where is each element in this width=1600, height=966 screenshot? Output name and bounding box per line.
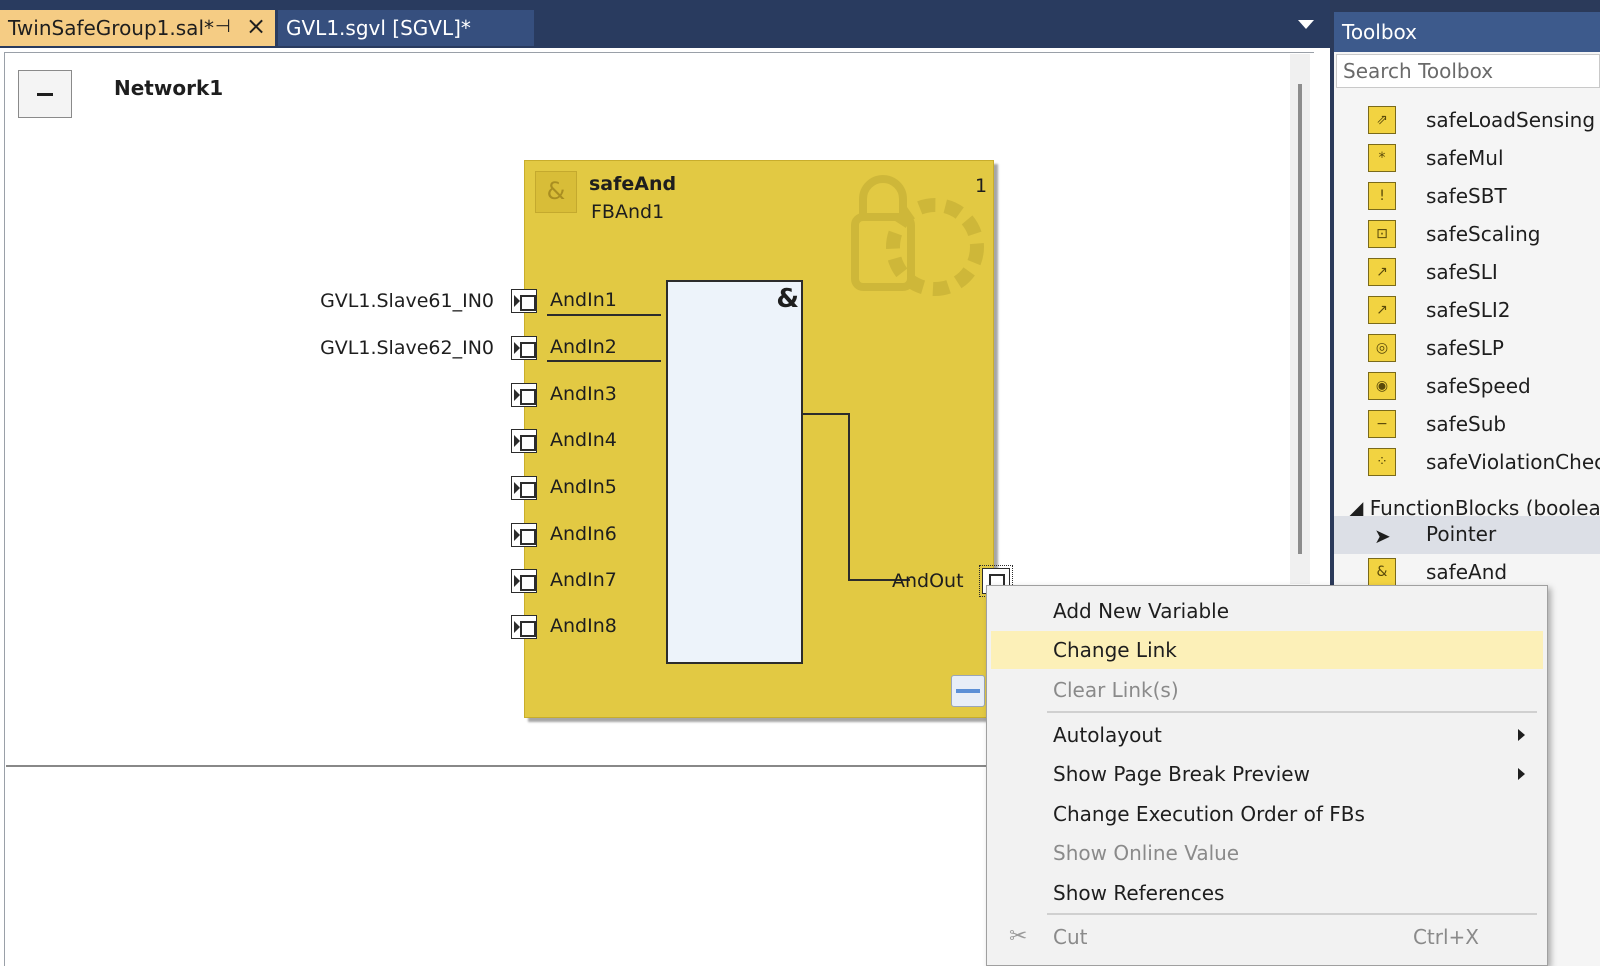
load-sensing-icon: ⇗	[1368, 106, 1396, 134]
toolbox-title: Toolbox	[1334, 12, 1600, 52]
minus-icon	[37, 93, 53, 96]
speed-icon: ◉	[1368, 372, 1396, 400]
input-pin-4[interactable]	[511, 429, 537, 453]
input-variable-2[interactable]: GVL1.Slave62_IN0	[294, 337, 494, 359]
toolbox-item-pointer[interactable]: ➤ Pointer	[1334, 516, 1600, 554]
document-tab-strip: TwinSafeGroup1.sal* ⊣ × GVL1.sgvl [SGVL]…	[0, 0, 1330, 48]
input-pin-3[interactable]	[511, 383, 537, 407]
and-icon: &	[1368, 558, 1396, 586]
toolbox-item[interactable]: − safeSub	[1334, 406, 1600, 444]
input-pin-7[interactable]	[511, 569, 537, 593]
tab-twinsafegroup1[interactable]: TwinSafeGroup1.sal* ⊣ ×	[0, 10, 275, 46]
output-port-label: AndOut	[892, 570, 964, 592]
input-pin-6[interactable]	[511, 523, 537, 547]
toolbox-item[interactable]: ↗ safeSLI2	[1334, 292, 1600, 330]
toolbox-item[interactable]: ⁘ safeViolationCheck	[1334, 444, 1600, 482]
input-pin-2[interactable]	[511, 336, 537, 360]
menu-item-autolayout[interactable]: Autolayout	[991, 716, 1543, 754]
speed-limit-2-icon: ↗	[1368, 296, 1396, 324]
output-wire-horizontal	[802, 413, 850, 415]
toolbox-item[interactable]: ◎ safeSLP	[1334, 330, 1600, 368]
speed-limit-icon: ↗	[1368, 258, 1396, 286]
menu-item-change-link[interactable]: Change Link	[991, 631, 1543, 669]
vertical-scrollbar[interactable]	[1290, 54, 1310, 584]
input-port-label: AndIn5	[550, 476, 617, 498]
network-title: Network1	[114, 76, 224, 100]
close-icon[interactable]: ×	[246, 12, 266, 40]
input-port-label: AndIn8	[550, 615, 617, 637]
block-type: safeAnd	[589, 173, 677, 195]
function-block-safeand[interactable]: & safeAnd FBAnd1 1 & AndIn1 AndIn2 AndIn…	[511, 160, 994, 718]
tab-label: GVL1.sgvl [SGVL]*	[286, 16, 471, 40]
menu-item-show-page-break-preview[interactable]: Show Page Break Preview	[991, 755, 1543, 793]
search-toolbox-input[interactable]: Search Toolbox	[1336, 54, 1600, 88]
tab-gvl1[interactable]: GVL1.sgvl [SGVL]*	[278, 10, 534, 46]
and-logic-box: &	[666, 280, 803, 664]
pin-icon[interactable]: ⊣	[215, 16, 231, 37]
safety-gear-watermark-icon	[851, 175, 984, 296]
menu-separator	[1047, 711, 1537, 713]
context-menu: Add New Variable Change Link Clear Link(…	[986, 585, 1548, 966]
input-port-label: AndIn6	[550, 523, 617, 545]
chevron-down-icon[interactable]	[1298, 20, 1314, 29]
block-instance-name[interactable]: FBAnd1	[591, 201, 664, 223]
connection-line	[547, 314, 661, 316]
menu-item-add-new-variable[interactable]: Add New Variable	[991, 592, 1543, 630]
input-pin-5[interactable]	[511, 476, 537, 500]
and-block-icon: &	[535, 171, 577, 213]
collapse-network-button[interactable]	[18, 70, 72, 118]
connection-line	[547, 360, 661, 362]
menu-item-show-online-value: Show Online Value	[1053, 841, 1240, 865]
input-port-label: AndIn3	[550, 383, 617, 405]
network-separator	[6, 765, 1006, 767]
input-port-label: AndIn1	[550, 289, 617, 311]
menu-separator	[1047, 913, 1537, 915]
menu-item-show-references[interactable]: Show References	[991, 874, 1543, 912]
input-pin-8[interactable]	[511, 615, 537, 639]
input-port-label: AndIn4	[550, 429, 617, 451]
menu-item-cut: ✂ Cut Ctrl+X	[991, 918, 1543, 956]
violation-check-icon: ⁘	[1368, 448, 1396, 476]
toolbox-item[interactable]: ◉ safeSpeed	[1334, 368, 1600, 406]
scissors-icon: ✂	[1009, 924, 1028, 949]
scaling-icon: ⊡	[1368, 220, 1396, 248]
toolbox-item[interactable]: ! safeSBT	[1334, 178, 1600, 216]
shortcut-label: Ctrl+X	[1412, 925, 1479, 949]
input-port-label: AndIn2	[550, 336, 617, 358]
multiply-icon: *	[1368, 144, 1396, 172]
menu-item-clear-links: Clear Link(s)	[1053, 678, 1179, 702]
output-wire-vertical	[848, 413, 850, 581]
pointer-icon: ➤	[1374, 524, 1391, 548]
minimize-block-button[interactable]	[951, 675, 985, 707]
tab-label: TwinSafeGroup1.sal*	[8, 16, 214, 40]
scrollbar-thumb[interactable]	[1298, 84, 1302, 554]
subtract-icon: −	[1368, 410, 1396, 438]
toolbox-item[interactable]: ⊡ safeScaling	[1334, 216, 1600, 254]
input-variable-1[interactable]: GVL1.Slave61_IN0	[294, 290, 494, 312]
sbt-icon: !	[1368, 182, 1396, 210]
menu-item-change-execution-order[interactable]: Change Execution Order of FBs	[991, 795, 1543, 833]
toolbox-item[interactable]: ↗ safeSLI	[1334, 254, 1600, 292]
input-port-label: AndIn7	[550, 569, 617, 591]
position-limit-icon: ◎	[1368, 334, 1396, 362]
toolbox-item[interactable]: * safeMul	[1334, 140, 1600, 178]
input-pin-1[interactable]	[511, 289, 537, 313]
submenu-arrow-icon	[1518, 768, 1525, 780]
and-symbol: &	[776, 284, 799, 314]
submenu-arrow-icon	[1518, 729, 1525, 741]
toolbox-item[interactable]: ⇗ safeLoadSensing	[1334, 102, 1600, 140]
